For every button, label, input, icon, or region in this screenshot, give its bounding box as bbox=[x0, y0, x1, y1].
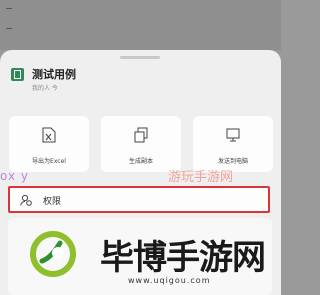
export-excel-label: 导出为Excel bbox=[32, 158, 66, 165]
permission-label: 权限 bbox=[43, 197, 62, 207]
watermark-url: www.uqigou.com bbox=[128, 276, 211, 285]
watermark-logo bbox=[30, 231, 76, 277]
computer-icon bbox=[226, 128, 240, 142]
action-row: 导出为Excel 生成副本 发送到电脑 bbox=[9, 116, 273, 172]
document-title: 测试用例 bbox=[32, 68, 76, 81]
background-page bbox=[0, 0, 281, 50]
background-glyph bbox=[6, 28, 12, 35]
export-excel-button[interactable]: 导出为Excel bbox=[9, 116, 89, 172]
make-copy-button[interactable]: 生成副本 bbox=[101, 116, 181, 172]
send-to-computer-label: 发送到电脑 bbox=[217, 158, 248, 165]
make-copy-label: 生成副本 bbox=[128, 158, 153, 165]
send-to-computer-button[interactable]: 发送到电脑 bbox=[193, 116, 273, 172]
excel-export-icon bbox=[42, 127, 56, 143]
watermark-brand: 毕博手游网 bbox=[100, 238, 266, 278]
document-subtitle: 我的人 今 bbox=[32, 85, 58, 92]
background-glyph bbox=[6, 8, 12, 15]
copy-icon bbox=[134, 127, 148, 143]
permission-item[interactable]: 权限 bbox=[8, 186, 270, 213]
faint-overlay-text: ox y bbox=[0, 169, 29, 183]
sheet-drag-handle[interactable] bbox=[120, 56, 160, 59]
spreadsheet-icon bbox=[11, 68, 24, 81]
user-permission-icon bbox=[20, 194, 32, 206]
faint-overlay-text-right: 游玩手游网 bbox=[168, 170, 234, 185]
